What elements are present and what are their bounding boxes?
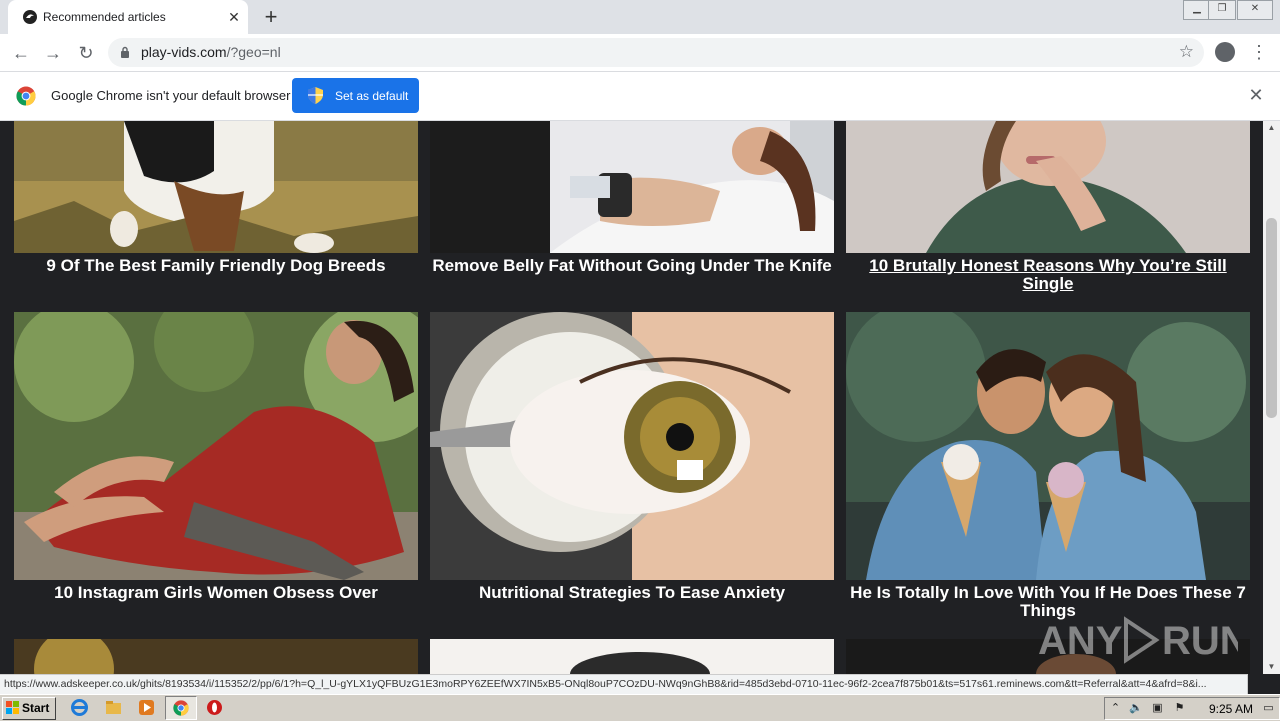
default-browser-infobar: Google Chrome isn't your default browser…	[0, 72, 1280, 121]
close-window-button[interactable]: ✕	[1237, 0, 1273, 20]
opera-icon[interactable]	[206, 699, 223, 716]
anyrun-watermark-logo: ANY RUN	[1038, 616, 1238, 664]
page-content: 9 Of The Best Family Friendly Dog Breeds…	[0, 121, 1263, 674]
restore-button[interactable]: ❐	[1208, 0, 1236, 20]
volume-icon[interactable]: 🔈	[1129, 702, 1143, 715]
article-title-link[interactable]: 10 Brutally Honest Reasons Why You’re St…	[846, 257, 1250, 293]
chrome-taskbar-icon	[173, 700, 189, 716]
uac-shield-icon	[308, 87, 323, 104]
scroll-up-arrow-icon[interactable]: ▲	[1263, 121, 1280, 135]
taskbar-chrome-button[interactable]	[165, 696, 197, 720]
site-favicon-icon	[23, 10, 37, 24]
status-url: https://www.adskeeper.co.uk/ghits/819353…	[4, 678, 1207, 690]
infobar-close-icon[interactable]: ✕	[1247, 86, 1265, 104]
reload-icon[interactable]: ↻	[75, 42, 97, 64]
taskbar-clock[interactable]: 9:25 AM	[1209, 702, 1253, 716]
link-status-bubble: https://www.adskeeper.co.uk/ghits/819353…	[0, 674, 1248, 695]
url-path: /?geo=nl	[226, 44, 281, 60]
system-tray: ⌃ 🔈 ▣ ⚑ 9:25 AM ▭	[1104, 697, 1280, 720]
article-title[interactable]: Nutritional Strategies To Ease Anxiety	[430, 584, 834, 602]
tray-expand-icon[interactable]: ⌃	[1109, 702, 1122, 715]
svg-text:ANY: ANY	[1038, 619, 1123, 663]
file-explorer-icon[interactable]	[105, 699, 122, 716]
scroll-down-arrow-icon[interactable]: ▼	[1263, 660, 1280, 674]
article-card[interactable]: Nutritional Strategies To Ease Anxiety	[430, 312, 834, 632]
internet-explorer-icon[interactable]	[71, 699, 88, 716]
chrome-menu-icon[interactable]: ⋮	[1250, 42, 1268, 64]
article-image-belly[interactable]	[430, 121, 834, 253]
new-tab-button[interactable]: +	[261, 6, 281, 28]
infobar-message: Google Chrome isn't your default browser	[51, 88, 291, 103]
set-as-default-button[interactable]: Set as default	[292, 78, 419, 113]
article-card[interactable]: He Is Totally In Love With You If He Doe…	[846, 312, 1250, 632]
lock-icon	[121, 46, 129, 58]
article-image-instagram[interactable]	[14, 312, 418, 580]
tab-close-icon[interactable]: ✕	[226, 9, 242, 25]
url-text: play-vids.com/?geo=nl	[141, 44, 281, 60]
article-card[interactable]: 10 Instagram Girls Women Obsess Over	[14, 312, 418, 632]
windows-flag-icon	[6, 701, 19, 714]
media-player-icon[interactable]	[138, 699, 155, 716]
windows-taskbar: Start ⌃ 🔈 ▣ ⚑ 9:25 AM ▭	[0, 694, 1280, 721]
tab-strip: Recommended articles ✕ + ▁ ❐ ✕	[0, 0, 1280, 34]
svg-text:RUN: RUN	[1162, 619, 1238, 663]
scroll-thumb[interactable]	[1266, 218, 1277, 418]
article-title[interactable]: Remove Belly Fat Without Going Under The…	[430, 257, 834, 275]
address-bar[interactable]: play-vids.com/?geo=nl ☆	[108, 38, 1204, 67]
article-image-anxiety[interactable]	[430, 312, 834, 580]
article-card[interactable]: 9 Of The Best Family Friendly Dog Breeds	[14, 121, 418, 311]
forward-icon[interactable]: →	[42, 42, 64, 64]
article-image-partial[interactable]	[14, 639, 418, 674]
article-card[interactable]: Remove Belly Fat Without Going Under The…	[430, 121, 834, 311]
article-image-dog[interactable]	[14, 121, 418, 253]
url-host: play-vids.com	[141, 44, 227, 60]
profile-avatar-icon[interactable]	[1215, 42, 1235, 62]
article-image-love[interactable]	[846, 312, 1250, 580]
bookmark-star-icon[interactable]: ☆	[1179, 42, 1194, 62]
browser-toolbar: ← → ↻ play-vids.com/?geo=nl ☆ ⋮	[0, 34, 1280, 72]
article-title[interactable]: 10 Instagram Girls Women Obsess Over	[14, 584, 418, 602]
set-as-default-label: Set as default	[335, 89, 409, 103]
chrome-logo-icon	[16, 86, 36, 106]
article-title[interactable]: 9 Of The Best Family Friendly Dog Breeds	[14, 257, 418, 275]
tab-recommended-articles[interactable]: Recommended articles ✕	[8, 0, 248, 34]
page-scrollbar[interactable]: ▲ ▼	[1263, 121, 1280, 674]
start-button[interactable]: Start	[2, 697, 56, 720]
minimize-button[interactable]: ▁	[1183, 0, 1211, 20]
article-image-partial[interactable]	[430, 639, 834, 674]
tab-title: Recommended articles	[43, 10, 166, 24]
network-icon[interactable]: ▣	[1151, 702, 1164, 715]
article-card[interactable]: 10 Brutally Honest Reasons Why You’re St…	[846, 121, 1250, 311]
action-center-flag-icon[interactable]: ⚑	[1173, 702, 1186, 715]
start-label: Start	[22, 701, 50, 715]
back-icon[interactable]: ←	[10, 42, 32, 64]
show-desktop-icon[interactable]: ▭	[1262, 702, 1275, 715]
article-image-single[interactable]	[846, 121, 1250, 253]
